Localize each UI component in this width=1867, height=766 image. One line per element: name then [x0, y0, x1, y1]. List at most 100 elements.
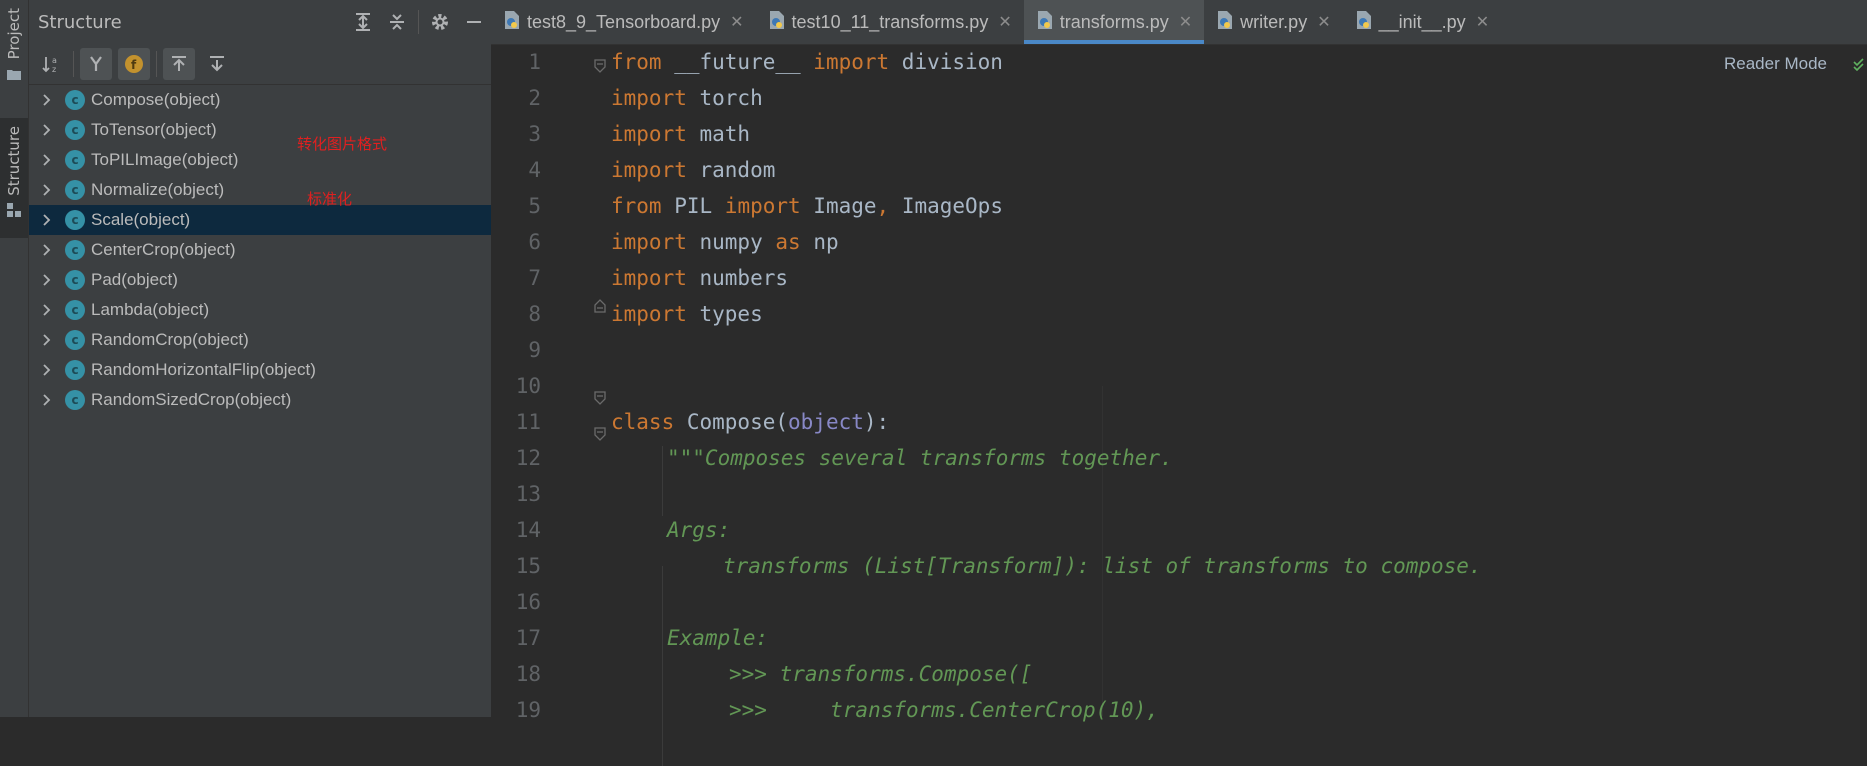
structure-panel: Structure az f c Compose(object) c ToTen…	[29, 0, 491, 717]
show-fields-icon[interactable]: f	[118, 48, 150, 80]
code-line: 6 import numpy as np	[491, 224, 838, 260]
chevron-right-icon[interactable]	[39, 183, 53, 197]
tab-test10-11-transforms[interactable]: test10_11_transforms.py ✕	[756, 0, 1024, 44]
code-editor[interactable]: 1 from __future__ import division 2 impo…	[491, 44, 1867, 766]
chevron-right-icon[interactable]	[39, 93, 53, 107]
code-token: __future__	[661, 50, 814, 74]
expand-all-icon[interactable]	[346, 5, 380, 39]
tab-writer[interactable]: writer.py ✕	[1204, 0, 1342, 44]
gear-icon[interactable]	[423, 5, 457, 39]
structure-tab-label: Structure	[5, 126, 23, 196]
header-separator	[418, 10, 419, 34]
code-line: 10	[491, 368, 541, 404]
chevron-right-icon[interactable]	[39, 123, 53, 137]
close-icon[interactable]: ✕	[1317, 12, 1330, 32]
code-line: 12 """Composes several transforms togeth…	[491, 440, 1173, 476]
tree-item[interactable]: c ToTensor(object)	[29, 115, 491, 145]
tree-item[interactable]: c CenterCrop(object)	[29, 235, 491, 265]
sort-alphabetically-icon[interactable]: az	[35, 48, 67, 80]
project-tab-label: Project	[5, 8, 23, 60]
chevron-right-icon[interactable]	[39, 303, 53, 317]
show-inherited-icon[interactable]	[80, 48, 112, 80]
tree-item-label: ToPILImage(object)	[91, 150, 239, 169]
python-file-icon	[1036, 10, 1054, 35]
code-token: import	[611, 158, 687, 182]
chevron-right-icon[interactable]	[39, 153, 53, 167]
python-file-icon	[1355, 10, 1373, 35]
chevron-right-icon[interactable]	[39, 363, 53, 377]
chevron-right-icon[interactable]	[39, 243, 53, 257]
indent-guide	[662, 566, 663, 766]
line-number: 5	[528, 194, 541, 218]
close-icon[interactable]: ✕	[1476, 12, 1489, 32]
tree-item-selected[interactable]: c Scale(object)	[29, 205, 491, 235]
code-line: 3 import math	[491, 116, 750, 152]
code-token: import	[813, 50, 890, 74]
tab-label: __init__.py	[1378, 11, 1466, 32]
class-icon: c	[65, 180, 85, 200]
code-line: 1 from __future__ import division	[491, 44, 1003, 80]
indent-guide	[1102, 386, 1103, 716]
code-token: from	[611, 50, 662, 74]
tree-item[interactable]: c Normalize(object)	[29, 175, 491, 205]
class-icon: c	[65, 150, 85, 170]
structure-tool-tab[interactable]: Structure	[0, 118, 28, 238]
line-number: 15	[515, 554, 541, 578]
tree-item[interactable]: c RandomSizedCrop(object)	[29, 385, 491, 415]
class-icon: c	[65, 270, 85, 290]
python-file-icon	[1216, 10, 1234, 35]
code-token: random	[686, 158, 776, 182]
project-tool-tab[interactable]: Project	[0, 8, 28, 98]
close-icon[interactable]: ✕	[1179, 12, 1192, 32]
chevron-right-icon[interactable]	[39, 213, 53, 227]
close-icon[interactable]: ✕	[998, 12, 1011, 32]
chevron-right-icon[interactable]	[39, 393, 53, 407]
code-line: 5 from PIL import Image, ImageOps	[491, 188, 1003, 224]
tab-test8-9-tensorboard[interactable]: test8_9_Tensorboard.py ✕	[491, 0, 756, 44]
line-number: 6	[528, 230, 541, 254]
tree-item-label: Normalize(object)	[91, 180, 225, 199]
chevron-right-icon[interactable]	[39, 273, 53, 287]
code-token: Image	[800, 194, 877, 218]
tree-item[interactable]: c ToPILImage(object)	[29, 145, 491, 175]
tab-transforms[interactable]: transforms.py ✕	[1023, 0, 1205, 44]
folder-icon	[7, 65, 21, 84]
autoscroll-to-source-icon[interactable]	[201, 48, 233, 80]
python-file-icon	[768, 10, 786, 35]
structure-panel-header: Structure	[29, 0, 491, 44]
fold-marker-icon[interactable]	[594, 294, 606, 313]
line-number: 11	[515, 410, 541, 434]
code-token: from	[611, 194, 662, 218]
code-token: as	[775, 230, 801, 254]
tab-init[interactable]: __init__.py ✕	[1343, 0, 1501, 44]
tree-item[interactable]: c Lambda(object)	[29, 295, 491, 325]
line-number: 8	[528, 302, 541, 326]
close-icon[interactable]: ✕	[730, 12, 743, 32]
svg-text:a: a	[52, 56, 57, 65]
tree-item[interactable]: c Pad(object)	[29, 265, 491, 295]
code-token: import	[611, 122, 687, 146]
code-token: torch	[686, 86, 763, 110]
code-token: >>> transforms.CenterCrop(10),	[729, 698, 1159, 722]
code-token: """Composes several transforms together.	[667, 446, 1173, 470]
scroll-from-source-icon[interactable]	[163, 48, 195, 80]
line-number: 19	[515, 698, 541, 722]
fold-marker-icon[interactable]	[594, 386, 606, 405]
tree-item[interactable]: c Compose(object)	[29, 85, 491, 115]
structure-icon	[7, 202, 21, 221]
class-icon: c	[65, 90, 85, 110]
code-line: 14 Args:	[491, 512, 731, 548]
collapse-all-icon[interactable]	[380, 5, 414, 39]
fold-marker-icon[interactable]	[594, 54, 606, 73]
tree-item-label: Compose(object)	[91, 90, 221, 109]
svg-text:z: z	[52, 65, 56, 74]
chevron-right-icon[interactable]	[39, 333, 53, 347]
tree-item[interactable]: c RandomCrop(object)	[29, 325, 491, 355]
minimize-icon[interactable]	[457, 5, 491, 39]
normalize-annotation: 标准化	[307, 190, 353, 208]
fold-marker-icon[interactable]	[594, 422, 606, 441]
editor-tab-bar: test8_9_Tensorboard.py ✕ test10_11_trans…	[491, 0, 1867, 45]
code-token: numpy	[686, 230, 776, 254]
tree-item[interactable]: c RandomHorizontalFlip(object)	[29, 355, 491, 385]
line-number: 17	[515, 626, 541, 650]
